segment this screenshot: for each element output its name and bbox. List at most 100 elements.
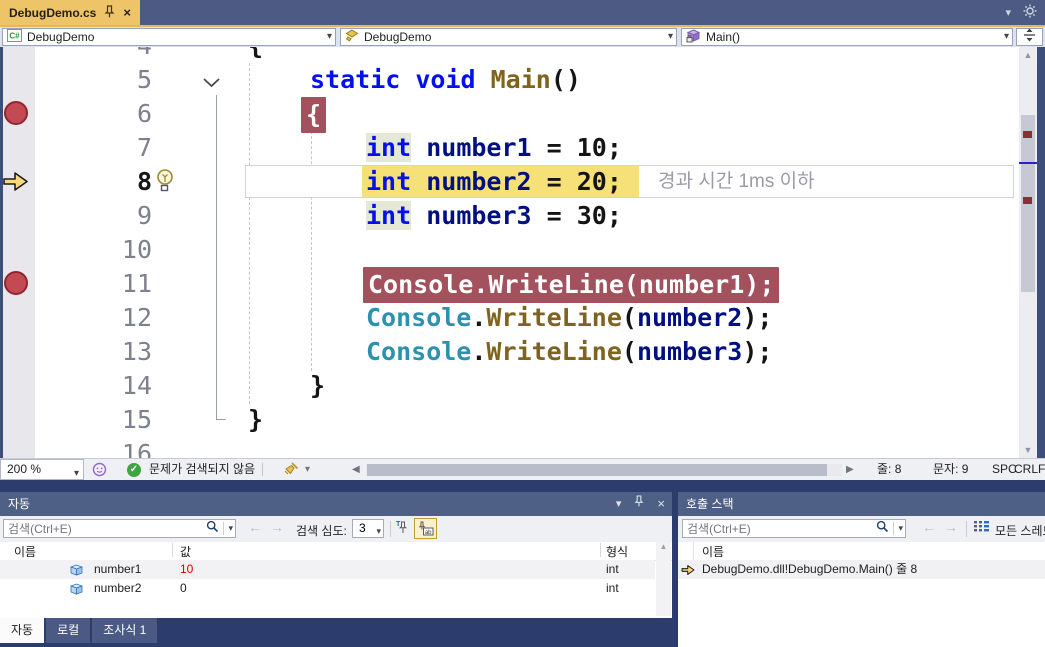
- back-arrow-icon[interactable]: ←: [922, 519, 936, 535]
- all-threads-icon[interactable]: [974, 520, 990, 538]
- close-icon[interactable]: ×: [657, 492, 665, 516]
- stack-frame-text: DebugDemo.dll!DebugDemo.Main() 줄 8: [702, 560, 917, 579]
- autos-search-input[interactable]: [4, 520, 201, 538]
- status-column-number[interactable]: 문자: 9: [933, 459, 968, 480]
- gear-icon[interactable]: [1023, 4, 1037, 21]
- separator: [893, 522, 894, 535]
- line-number: 10: [30, 233, 152, 267]
- column-divider[interactable]: [600, 543, 601, 557]
- status-line-number[interactable]: 줄: 8: [877, 459, 901, 480]
- zoom-level: 200 %: [7, 462, 41, 476]
- code-text[interactable]: }: [310, 369, 325, 403]
- svg-text:C#: C#: [9, 32, 20, 41]
- member-dropdown[interactable]: Main() ▾: [681, 28, 1013, 46]
- column-divider[interactable]: [172, 543, 173, 557]
- all-threads-label[interactable]: 모든 스레드: [995, 522, 1045, 539]
- code-text[interactable]: Console.WriteLine(number1);: [363, 267, 779, 303]
- breakpoint-icon[interactable]: [4, 101, 28, 125]
- chevron-down-icon[interactable]: ▾: [898, 523, 903, 534]
- code-line: 6{: [0, 97, 1014, 131]
- code-line: 14}: [0, 369, 1014, 403]
- fold-chevron-icon[interactable]: [203, 75, 220, 93]
- type-dropdown[interactable]: DebugDemo ▾: [340, 28, 677, 46]
- tool-tab-조사식 1[interactable]: 조사식 1: [92, 618, 157, 643]
- tool-tab-로컬[interactable]: 로컬: [46, 618, 90, 643]
- code-line: 7int number1 = 10;: [0, 131, 1014, 165]
- project-dropdown-label: DebugDemo: [27, 30, 94, 44]
- scroll-down-icon[interactable]: ▼: [1019, 445, 1037, 455]
- code-text[interactable]: int number2 = 20;: [366, 165, 622, 199]
- pin-icon[interactable]: [104, 5, 115, 21]
- breakpoint-icon[interactable]: [4, 271, 28, 295]
- search-icon[interactable]: [206, 520, 219, 538]
- variable-value[interactable]: 0: [180, 579, 187, 598]
- code-text[interactable]: }: [248, 403, 263, 437]
- autos-title-bar[interactable]: 자동 ▾ ×: [0, 492, 672, 516]
- hscrollbar-thumb[interactable]: [367, 464, 827, 476]
- back-arrow-icon[interactable]: ←: [248, 519, 262, 535]
- code-text[interactable]: Console.WriteLine(number3);: [366, 335, 772, 369]
- split-window-button[interactable]: [1016, 28, 1043, 46]
- chevron-down-icon[interactable]: ▾: [228, 523, 233, 534]
- code-text[interactable]: {: [248, 47, 263, 63]
- hscroll-right-icon[interactable]: ▶: [846, 459, 854, 480]
- call-stack-search-input[interactable]: [683, 520, 871, 538]
- call-stack-column-headers[interactable]: 이름: [678, 542, 1045, 561]
- call-stack-title-bar[interactable]: 호출 스택: [678, 492, 1045, 516]
- code-line: 9 int number3 = 30;: [0, 199, 1014, 233]
- call-stack-search-box[interactable]: ▾: [682, 519, 906, 538]
- tab-debugdemo-cs[interactable]: DebugDemo.cs ×: [0, 0, 140, 25]
- window-list-dropdown-icon[interactable]: ▾: [1005, 6, 1011, 19]
- stack-frame-row[interactable]: DebugDemo.dll!DebugDemo.Main() 줄 8: [678, 560, 1045, 579]
- line-number: 16: [30, 437, 152, 458]
- status-insert-mode[interactable]: SPC: [992, 459, 1017, 480]
- line-number: 4: [30, 47, 152, 63]
- pin-type-icon[interactable]: T: [396, 520, 411, 541]
- close-icon[interactable]: ×: [123, 5, 131, 20]
- health-icon[interactable]: [92, 462, 107, 480]
- forward-arrow-icon[interactable]: →: [270, 519, 284, 535]
- chevron-down-icon: ▾: [1004, 31, 1009, 42]
- window-position-icon[interactable]: ▾: [616, 492, 622, 516]
- lightbulb-icon[interactable]: [155, 168, 175, 199]
- chevron-down-icon[interactable]: ▾: [305, 459, 310, 480]
- code-editor[interactable]: ▲ ▼ 경과 시간 1ms 이하4{5static void Main()6{7…: [0, 47, 1045, 458]
- call-stack-title: 호출 스택: [686, 497, 734, 511]
- variable-row[interactable]: number20int: [0, 579, 655, 598]
- forward-arrow-icon[interactable]: →: [944, 519, 958, 535]
- code-text[interactable]: static void Main(): [310, 63, 581, 97]
- bottom-tool-area: 자동 ▾ × ▾ ← → 검색 심도: 3: [0, 480, 1045, 647]
- search-icon[interactable]: [876, 520, 889, 538]
- search-depth-value: 3: [359, 521, 366, 535]
- separator: [390, 521, 391, 537]
- project-dropdown[interactable]: C# DebugDemo ▾: [2, 28, 336, 46]
- autos-scrollbar[interactable]: ▲: [656, 542, 671, 616]
- variable-row[interactable]: number110int: [0, 560, 655, 579]
- code-text[interactable]: {: [301, 97, 326, 133]
- code-text[interactable]: Console.WriteLine(number2);: [366, 301, 772, 335]
- tool-tab-자동[interactable]: 자동: [0, 618, 44, 643]
- autos-column-headers[interactable]: 이름 값 형식: [0, 542, 672, 561]
- code-cleanup-broom-icon[interactable]: [282, 462, 299, 480]
- pin-icon[interactable]: [634, 492, 644, 516]
- variable-value[interactable]: 10: [180, 560, 193, 579]
- pin-values-icon[interactable]: ab: [414, 518, 437, 539]
- scroll-up-icon[interactable]: ▲: [1019, 50, 1037, 60]
- autos-search-box[interactable]: ▾: [3, 519, 236, 538]
- code-text[interactable]: int number3 = 30;: [366, 199, 622, 233]
- line-number: 9: [30, 199, 152, 233]
- line-number: 8: [30, 165, 152, 199]
- code-text[interactable]: int number1 = 10;: [366, 131, 622, 165]
- status-line-ending[interactable]: CRLF: [1014, 459, 1045, 480]
- zoom-dropdown[interactable]: 200 % ▾: [0, 459, 84, 480]
- variable-name: number1: [94, 560, 141, 579]
- hscroll-left-icon[interactable]: ◀: [352, 459, 360, 480]
- search-depth-dropdown[interactable]: 3 ▾: [352, 519, 384, 538]
- code-line: 11Console.WriteLine(number1);: [0, 267, 1014, 301]
- problems-status-text[interactable]: 문제가 검색되지 않음: [149, 459, 255, 480]
- column-divider: [693, 542, 694, 560]
- chevron-down-icon: ▾: [376, 523, 381, 540]
- code-line: 15}: [0, 403, 1014, 437]
- column-header-name: 이름: [14, 543, 36, 560]
- current-line-arrow-icon[interactable]: [2, 170, 29, 198]
